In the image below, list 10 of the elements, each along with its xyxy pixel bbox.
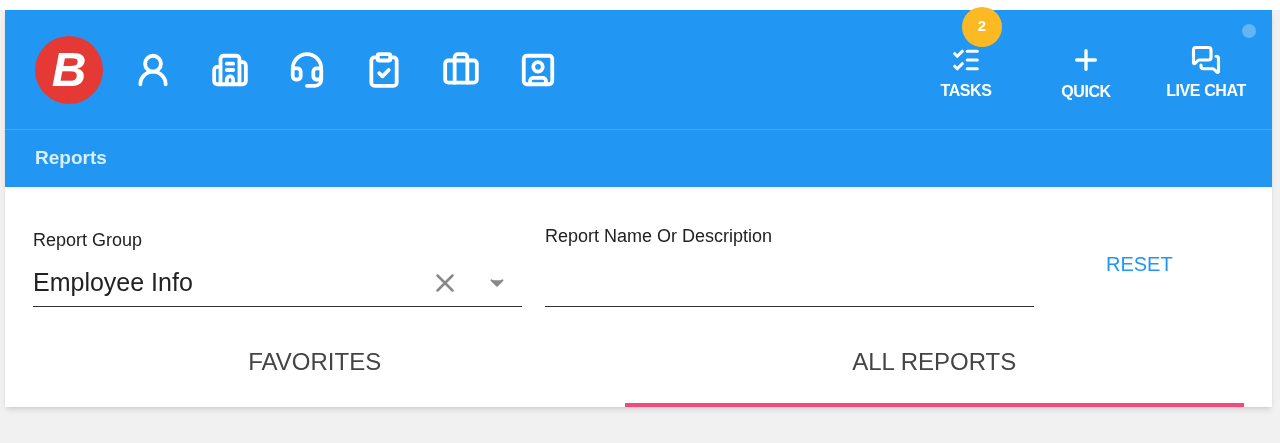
quick-button[interactable]: QUICK	[1030, 35, 1142, 104]
count-badge: 2	[962, 6, 1002, 47]
reset-button[interactable]: RESET	[1094, 243, 1185, 285]
chat-icon	[1191, 44, 1221, 75]
select-field[interactable]: Report Group Employee Info	[33, 217, 522, 307]
tab[interactable]: ALL REPORTS	[624, 300, 1244, 407]
logo[interactable]: B	[35, 35, 103, 104]
chat-button[interactable]: LIVE CHAT	[1150, 36, 1262, 103]
input-field[interactable]: Report Name Or Description	[545, 217, 1034, 307]
breadcrumb: Reports	[35, 146, 107, 171]
